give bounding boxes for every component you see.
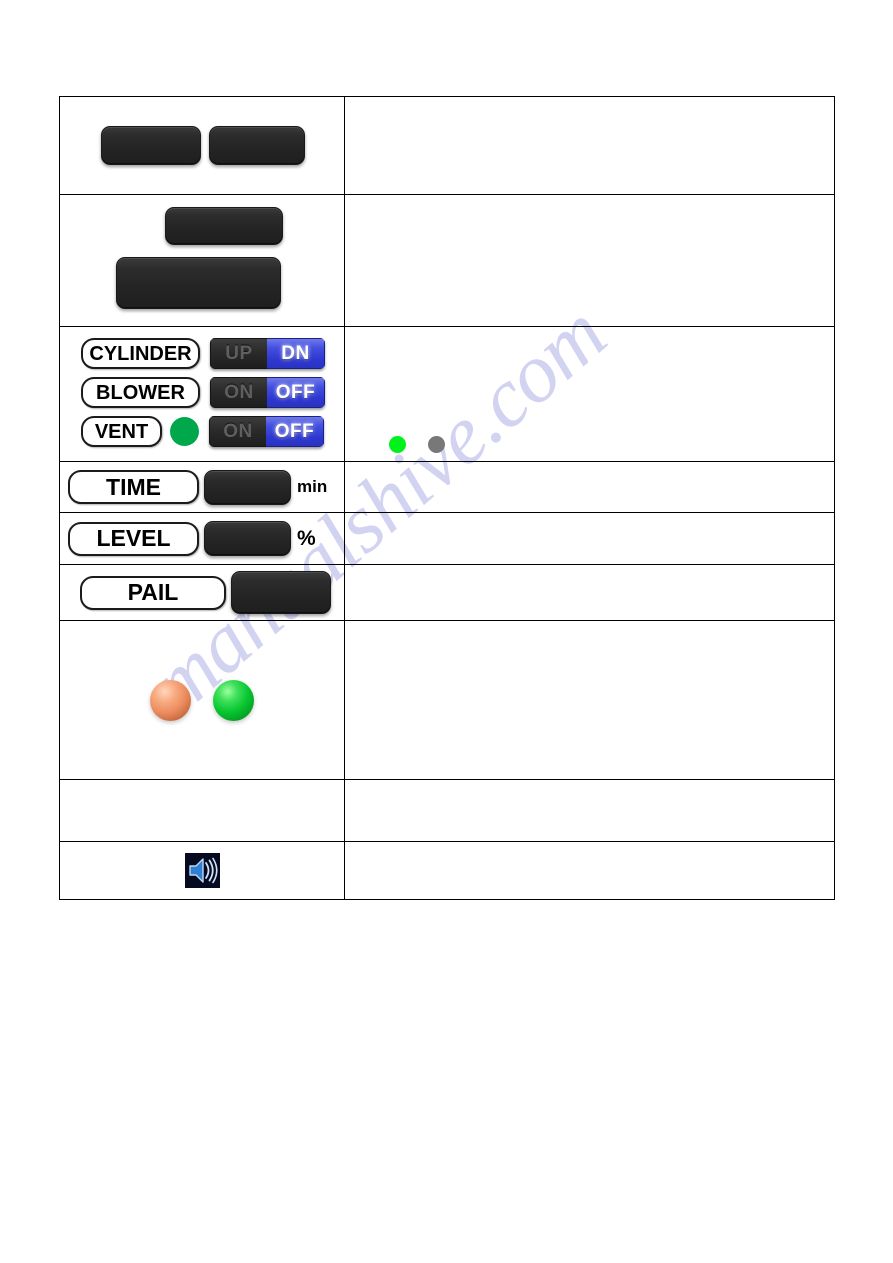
label-blower: BLOWER [81, 377, 200, 408]
row-buttons-stacked-left-cell [59, 194, 345, 327]
speaker-icon-group [60, 842, 344, 899]
vent-led-indicator [170, 417, 199, 446]
speaker-icon[interactable] [185, 853, 220, 888]
status-dot-group [389, 436, 445, 453]
table-row [59, 96, 835, 195]
row-lamps-description-cell [344, 620, 835, 780]
row-blank-left-cell [59, 779, 345, 842]
toggle-blower-off[interactable]: OFF [267, 377, 325, 408]
description-text [345, 513, 834, 564]
row-controls-left-cell: CYLINDER UP DN BLOWER ON OFF VENT ON OFF [59, 326, 345, 462]
description-text [345, 842, 834, 899]
table-row [59, 779, 835, 842]
label-cylinder: CYLINDER [81, 338, 200, 369]
time-control-group: TIME min [60, 462, 344, 512]
toggle-vent-off[interactable]: OFF [266, 416, 324, 447]
label-level: LEVEL [68, 521, 199, 556]
control-row-vent: VENT ON OFF [60, 412, 344, 451]
row-buttons-stacked-description-cell [344, 194, 835, 327]
row-time-description-cell [344, 461, 835, 513]
toggle-vent-on[interactable]: ON [209, 416, 266, 447]
button-stack-group [60, 195, 344, 326]
row-pail-description-cell [344, 564, 835, 621]
time-unit-label: min [297, 477, 328, 496]
indicator-lamp-green [213, 679, 254, 721]
table-row [59, 620, 835, 780]
level-unit-label: % [297, 526, 316, 550]
button-pair-group [60, 97, 344, 194]
toggle-cylinder-dn[interactable]: DN [267, 338, 325, 369]
display-button-3[interactable] [165, 207, 283, 245]
table-row: PAIL [59, 564, 835, 621]
display-button-2[interactable] [209, 126, 305, 165]
pail-value-field[interactable] [231, 571, 331, 614]
toggle-cylinder-up[interactable]: UP [210, 338, 267, 369]
table-row: TIME min [59, 461, 835, 513]
row-level-left-cell: LEVEL % [59, 512, 345, 565]
label-vent: VENT [81, 416, 162, 447]
display-button-1[interactable] [101, 126, 201, 165]
toggle-blower[interactable]: ON OFF [210, 377, 325, 408]
description-text-wrap [345, 327, 834, 461]
table-row: CYLINDER UP DN BLOWER ON OFF VENT ON OFF [59, 326, 835, 462]
description-text [345, 780, 834, 841]
row-buttons-pair-left-cell [59, 96, 345, 195]
control-row-blower: BLOWER ON OFF [60, 373, 344, 412]
status-dot-green [389, 436, 406, 453]
description-text [345, 97, 834, 194]
row-speaker-description-cell [344, 841, 835, 900]
button-stack-line-2 [60, 250, 344, 314]
level-control-group: LEVEL % [60, 514, 344, 564]
control-panel-legend-table: CYLINDER UP DN BLOWER ON OFF VENT ON OFF… [59, 96, 835, 900]
level-value-field[interactable] [204, 521, 291, 556]
controls-group: CYLINDER UP DN BLOWER ON OFF VENT ON OFF [60, 327, 344, 461]
row-level-description-cell [344, 512, 835, 565]
table-row [59, 194, 835, 327]
indicator-lamp-group [60, 621, 344, 779]
row-blank-description-cell [344, 779, 835, 842]
description-text [345, 462, 834, 512]
pail-control-group: PAIL [60, 568, 344, 618]
description-text [345, 195, 834, 326]
row-time-left-cell: TIME min [59, 461, 345, 513]
time-value-field[interactable] [204, 469, 291, 505]
label-pail: PAIL [80, 575, 226, 610]
blank-cell-content [60, 780, 344, 841]
toggle-blower-on[interactable]: ON [210, 377, 267, 408]
table-row: LEVEL % [59, 512, 835, 565]
control-row-cylinder: CYLINDER UP DN [60, 334, 344, 373]
display-button-4[interactable] [116, 257, 281, 309]
description-text [345, 565, 834, 620]
toggle-cylinder[interactable]: UP DN [210, 338, 325, 369]
description-text [345, 621, 834, 779]
row-pail-left-cell: PAIL [59, 564, 345, 621]
row-buttons-pair-description-cell [344, 96, 835, 195]
label-time: TIME [68, 470, 199, 504]
row-lamps-left-cell [59, 620, 345, 780]
indicator-lamp-amber [150, 679, 191, 721]
status-dot-grey [428, 436, 445, 453]
toggle-vent[interactable]: ON OFF [209, 416, 324, 447]
table-row [59, 841, 835, 900]
row-speaker-left-cell [59, 841, 345, 900]
row-controls-description-cell [344, 326, 835, 462]
button-stack-line-1 [60, 207, 344, 250]
